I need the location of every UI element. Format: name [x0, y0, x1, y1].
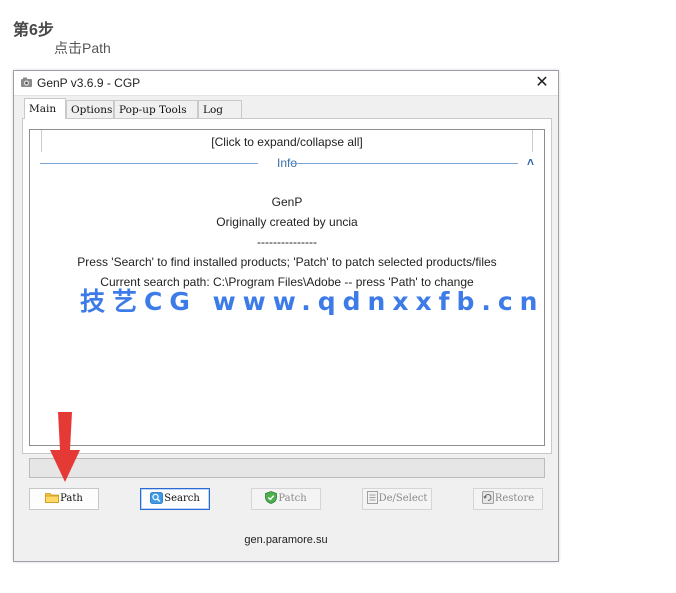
- info-section-header[interactable]: Info ˄: [40, 155, 534, 171]
- memo-line-credit: Originally created by uncia: [216, 215, 358, 229]
- memo-line-instructions: Press 'Search' to find installed product…: [77, 255, 497, 269]
- tab-options[interactable]: Options: [66, 100, 114, 118]
- footer-link[interactable]: gen.paramore.su: [14, 534, 558, 546]
- deselect-button[interactable]: De/Select: [362, 488, 432, 510]
- search-icon: [150, 491, 164, 504]
- search-button[interactable]: Search: [140, 488, 210, 510]
- app-icon: [21, 77, 32, 87]
- deselect-button-label: De/Select: [378, 493, 428, 504]
- annotation-arrow-icon: [50, 412, 80, 482]
- expand-collapse-all-link[interactable]: [Click to expand/collapse all]: [30, 135, 544, 149]
- close-icon[interactable]: ✕: [532, 73, 552, 93]
- folder-icon: [45, 493, 60, 503]
- patch-button[interactable]: Patch: [251, 488, 321, 510]
- restore-button[interactable]: Restore: [473, 488, 543, 510]
- shield-check-icon: [265, 491, 278, 504]
- tab-log[interactable]: Log: [198, 100, 242, 118]
- tab-popup-tools[interactable]: Pop-up Tools: [114, 100, 198, 118]
- chevron-up-icon[interactable]: ˄: [527, 155, 534, 169]
- restore-icon: [481, 491, 494, 504]
- step-description: 点击Path: [54, 40, 111, 56]
- progress-bar: [29, 458, 545, 478]
- watermark-text: 技艺CG www.qdnxxfb.cn: [80, 287, 545, 316]
- divider: [290, 163, 518, 164]
- path-button[interactable]: Path: [29, 488, 99, 510]
- memo-line-app-name: GenP: [271, 195, 303, 209]
- memo-line-separator: ---------------: [257, 235, 317, 249]
- path-button-label: Path: [60, 493, 83, 504]
- window-title: GenP v3.6.9 - CGP: [37, 76, 141, 90]
- document-list-icon: [366, 491, 378, 504]
- restore-button-label: Restore: [494, 493, 535, 504]
- step-title: 第6步: [13, 22, 54, 39]
- tab-main[interactable]: Main: [24, 98, 66, 119]
- title-bar[interactable]: GenP v3.6.9 - CGP ✕: [14, 71, 558, 96]
- patch-button-label: Patch: [278, 493, 307, 504]
- search-button-label: Search: [164, 493, 200, 504]
